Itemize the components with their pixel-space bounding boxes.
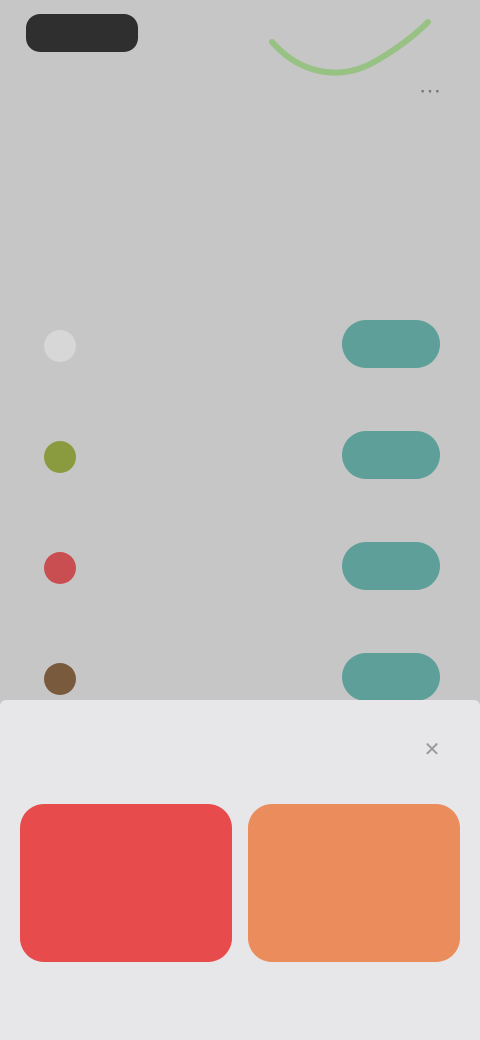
item-icon (44, 441, 76, 473)
wave-decoration (269, 19, 431, 76)
bottom-sheet: ✕ (0, 700, 480, 1040)
tab-bar (0, 152, 480, 208)
tab-second[interactable] (160, 152, 320, 208)
list-item[interactable] (0, 512, 480, 623)
item-action-button[interactable] (342, 542, 440, 590)
wave-line (269, 19, 431, 76)
app-screen: ⋯ ✕ (0, 0, 480, 1040)
item-action-button[interactable] (342, 431, 440, 479)
item-action-button[interactable] (342, 320, 440, 368)
close-icon[interactable]: ✕ (416, 736, 448, 764)
item-icon (44, 663, 76, 695)
item-list (0, 290, 480, 734)
option-card-red[interactable] (20, 804, 232, 962)
option-card-orange[interactable] (248, 804, 460, 962)
item-action-button[interactable] (342, 653, 440, 701)
tab-third[interactable] (320, 152, 480, 208)
tab-first[interactable] (0, 152, 160, 208)
status-pill (26, 14, 138, 52)
list-item[interactable] (0, 401, 480, 512)
list-item[interactable] (0, 290, 480, 401)
item-icon (44, 552, 76, 584)
item-icon (44, 330, 76, 362)
more-icon[interactable]: ⋯ (412, 76, 448, 106)
